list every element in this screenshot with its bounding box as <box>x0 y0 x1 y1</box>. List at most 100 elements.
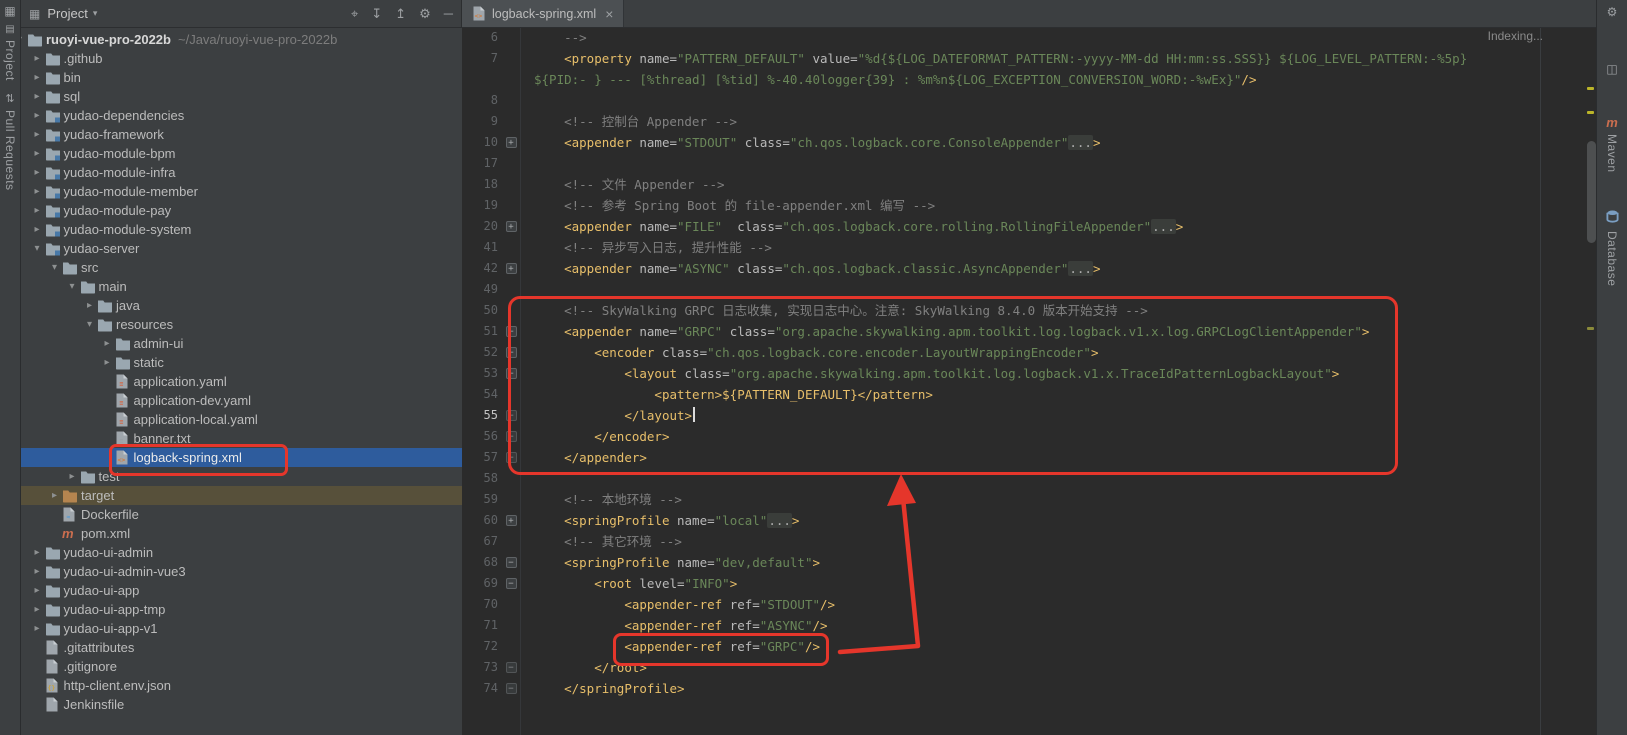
tree-item-jenkinsfile[interactable]: Jenkinsfile <box>21 695 462 714</box>
ide-menu-icon[interactable]: ▦ <box>0 4 20 18</box>
chevron-collapsed-icon[interactable]: ▸ <box>65 467 80 486</box>
code-line-72[interactable]: 72 <appender-ref ref="GRPC"/> <box>462 636 1597 657</box>
chevron-collapsed-icon[interactable]: ▸ <box>30 220 45 239</box>
tree-item-src[interactable]: ▾src <box>21 258 462 277</box>
chevron-collapsed-icon[interactable]: ▸ <box>30 543 45 562</box>
tree-item-ruoyi-vue-pro-2022b[interactable]: ▾ruoyi-vue-pro-2022b~/Java/ruoyi-vue-pro… <box>21 30 462 49</box>
chevron-down-icon[interactable]: ▾ <box>93 8 98 19</box>
fold-end-icon[interactable]: − <box>502 447 520 468</box>
code-line-55[interactable]: 55− </layout> <box>462 405 1597 426</box>
fold-end-icon[interactable]: − <box>502 678 520 699</box>
chevron-expanded-icon[interactable]: ▾ <box>65 277 80 296</box>
collapse-all-icon[interactable]: ↥ <box>395 6 406 22</box>
code-line-8[interactable]: 8 <box>462 90 1597 111</box>
code-line-19[interactable]: 19 <!-- 参考 Spring Boot 的 file-appender.x… <box>462 195 1597 216</box>
panel-settings-icon[interactable]: ⚙ <box>419 6 431 22</box>
tree-item-http-client-env-json[interactable]: {}http-client.env.json <box>21 676 462 695</box>
code-line-18[interactable]: 18 <!-- 文件 Appender --> <box>462 174 1597 195</box>
tree-item-yudao-ui-app-v1[interactable]: ▸yudao-ui-app-v1 <box>21 619 462 638</box>
tool-button-database[interactable]: Database <box>1597 210 1627 286</box>
tree-item-static[interactable]: ▸static <box>21 353 462 372</box>
code-line-6[interactable]: 6 --> <box>462 27 1597 48</box>
chevron-collapsed-icon[interactable]: ▸ <box>30 144 45 163</box>
chevron-collapsed-icon[interactable]: ▸ <box>30 106 45 125</box>
tree-item-yudao-ui-app[interactable]: ▸yudao-ui-app <box>21 581 462 600</box>
code-line-9[interactable]: 9 <!-- 控制台 Appender --> <box>462 111 1597 132</box>
fold-plus-icon[interactable]: + <box>502 132 520 153</box>
tree-item-pom-xml[interactable]: mpom.xml <box>21 524 462 543</box>
tree-item-admin-ui[interactable]: ▸admin-ui <box>21 334 462 353</box>
code-line-67[interactable]: 67 <!-- 其它环境 --> <box>462 531 1597 552</box>
tool-button-project[interactable]: ▤ Project <box>0 24 20 81</box>
tree-item-yudao-module-bpm[interactable]: ▸yudao-module-bpm <box>21 144 462 163</box>
tool-button-maven[interactable]: m Maven <box>1597 116 1627 173</box>
code-line-69[interactable]: 69− <root level="INFO"> <box>462 573 1597 594</box>
tree-item-application-dev-yaml[interactable]: ≡application-dev.yaml <box>21 391 462 410</box>
chevron-collapsed-icon[interactable]: ▸ <box>100 334 115 353</box>
warning-stripe-mark[interactable] <box>1587 111 1594 114</box>
code-line-42[interactable]: 42+ <appender name="ASYNC" class="ch.qos… <box>462 258 1597 279</box>
tree-item-yudao-module-infra[interactable]: ▸yudao-module-infra <box>21 163 462 182</box>
chevron-collapsed-icon[interactable]: ▸ <box>30 600 45 619</box>
tree-item-resources[interactable]: ▾resources <box>21 315 462 334</box>
gear-icon[interactable]: ⚙ <box>1597 5 1627 19</box>
tree-item-target[interactable]: ▸target <box>21 486 462 505</box>
code-line-54[interactable]: 54 <pattern>${PATTERN_DEFAULT}</pattern> <box>462 384 1597 405</box>
close-tab-icon[interactable]: × <box>605 6 613 22</box>
tree-item-yudao-module-pay[interactable]: ▸yudao-module-pay <box>21 201 462 220</box>
code-line-56[interactable]: 56− </encoder> <box>462 426 1597 447</box>
tree-item-dockerfile[interactable]: ≈Dockerfile <box>21 505 462 524</box>
code-line-50[interactable]: 50 <!-- SkyWalking GRPC 日志收集, 实现日志中心。注意:… <box>462 300 1597 321</box>
fold-minus-icon[interactable]: − <box>502 573 520 594</box>
chevron-collapsed-icon[interactable]: ▸ <box>30 619 45 638</box>
code-line-68[interactable]: 68− <springProfile name="dev,default"> <box>462 552 1597 573</box>
code-line-52[interactable]: 52− <encoder class="ch.qos.logback.core.… <box>462 342 1597 363</box>
code-line-53[interactable]: 53− <layout class="org.apache.skywalking… <box>462 363 1597 384</box>
tree-item-yudao-module-system[interactable]: ▸yudao-module-system <box>21 220 462 239</box>
code-line-73[interactable]: 73− </root> <box>462 657 1597 678</box>
tree-item--gitattributes[interactable]: .gitattributes <box>21 638 462 657</box>
tree-item-application-local-yaml[interactable]: ≡application-local.yaml <box>21 410 462 429</box>
warning-stripe-mark[interactable] <box>1587 87 1594 90</box>
code-line-51[interactable]: 51− <appender name="GRPC" class="org.apa… <box>462 321 1597 342</box>
chevron-expanded-icon[interactable]: ▾ <box>47 258 62 277</box>
tree-item-yudao-dependencies[interactable]: ▸yudao-dependencies <box>21 106 462 125</box>
chevron-collapsed-icon[interactable]: ▸ <box>30 125 45 144</box>
tree-item-test[interactable]: ▸test <box>21 467 462 486</box>
fold-end-icon[interactable]: − <box>502 426 520 447</box>
code-line-57[interactable]: 57− </appender> <box>462 447 1597 468</box>
tree-item-yudao-framework[interactable]: ▸yudao-framework <box>21 125 462 144</box>
fold-minus-icon[interactable]: − <box>502 342 520 363</box>
fold-minus-icon[interactable]: − <box>502 363 520 384</box>
tool-button-pull-requests[interactable]: ⇅ Pull Requests <box>0 92 20 191</box>
code-line-20[interactable]: 20+ <appender name="FILE" class="ch.qos.… <box>462 216 1597 237</box>
chevron-collapsed-icon[interactable]: ▸ <box>30 68 45 87</box>
project-selector[interactable]: Project <box>47 6 87 21</box>
tree-item-yudao-ui-admin[interactable]: ▸yudao-ui-admin <box>21 543 462 562</box>
tree-item-logback-spring-xml[interactable]: <>logback-spring.xml <box>21 448 462 467</box>
code-line-59[interactable]: 59 <!-- 本地环境 --> <box>462 489 1597 510</box>
expand-all-icon[interactable]: ↧ <box>371 6 382 22</box>
chevron-collapsed-icon[interactable]: ▸ <box>30 182 45 201</box>
code-line-71[interactable]: 71 <appender-ref ref="ASYNC"/> <box>462 615 1597 636</box>
chevron-collapsed-icon[interactable]: ▸ <box>30 201 45 220</box>
chevron-collapsed-icon[interactable]: ▸ <box>47 486 62 505</box>
code-line-10[interactable]: 10+ <appender name="STDOUT" class="ch.qo… <box>462 132 1597 153</box>
tree-item-sql[interactable]: ▸sql <box>21 87 462 106</box>
chevron-collapsed-icon[interactable]: ▸ <box>82 296 97 315</box>
editor-scrollbar[interactable] <box>1587 141 1596 243</box>
warning-stripe-mark[interactable] <box>1587 327 1594 330</box>
tree-item-main[interactable]: ▾main <box>21 277 462 296</box>
chevron-collapsed-icon[interactable]: ▸ <box>100 353 115 372</box>
chevron-collapsed-icon[interactable]: ▸ <box>30 581 45 600</box>
tree-item-application-yaml[interactable]: ≡application.yaml <box>21 372 462 391</box>
code-line-49[interactable]: 49 <box>462 279 1597 300</box>
fold-end-icon[interactable]: − <box>502 657 520 678</box>
hide-panel-icon[interactable]: ─ <box>444 6 453 21</box>
code-line-7[interactable]: 7 <property name="PATTERN_DEFAULT" value… <box>462 48 1597 69</box>
fold-plus-icon[interactable]: + <box>502 510 520 531</box>
tree-item-yudao-server[interactable]: ▾yudao-server <box>21 239 462 258</box>
code-line-70[interactable]: 70 <appender-ref ref="STDOUT"/> <box>462 594 1597 615</box>
tree-item-yudao-ui-admin-vue3[interactable]: ▸yudao-ui-admin-vue3 <box>21 562 462 581</box>
fold-minus-icon[interactable]: − <box>502 321 520 342</box>
